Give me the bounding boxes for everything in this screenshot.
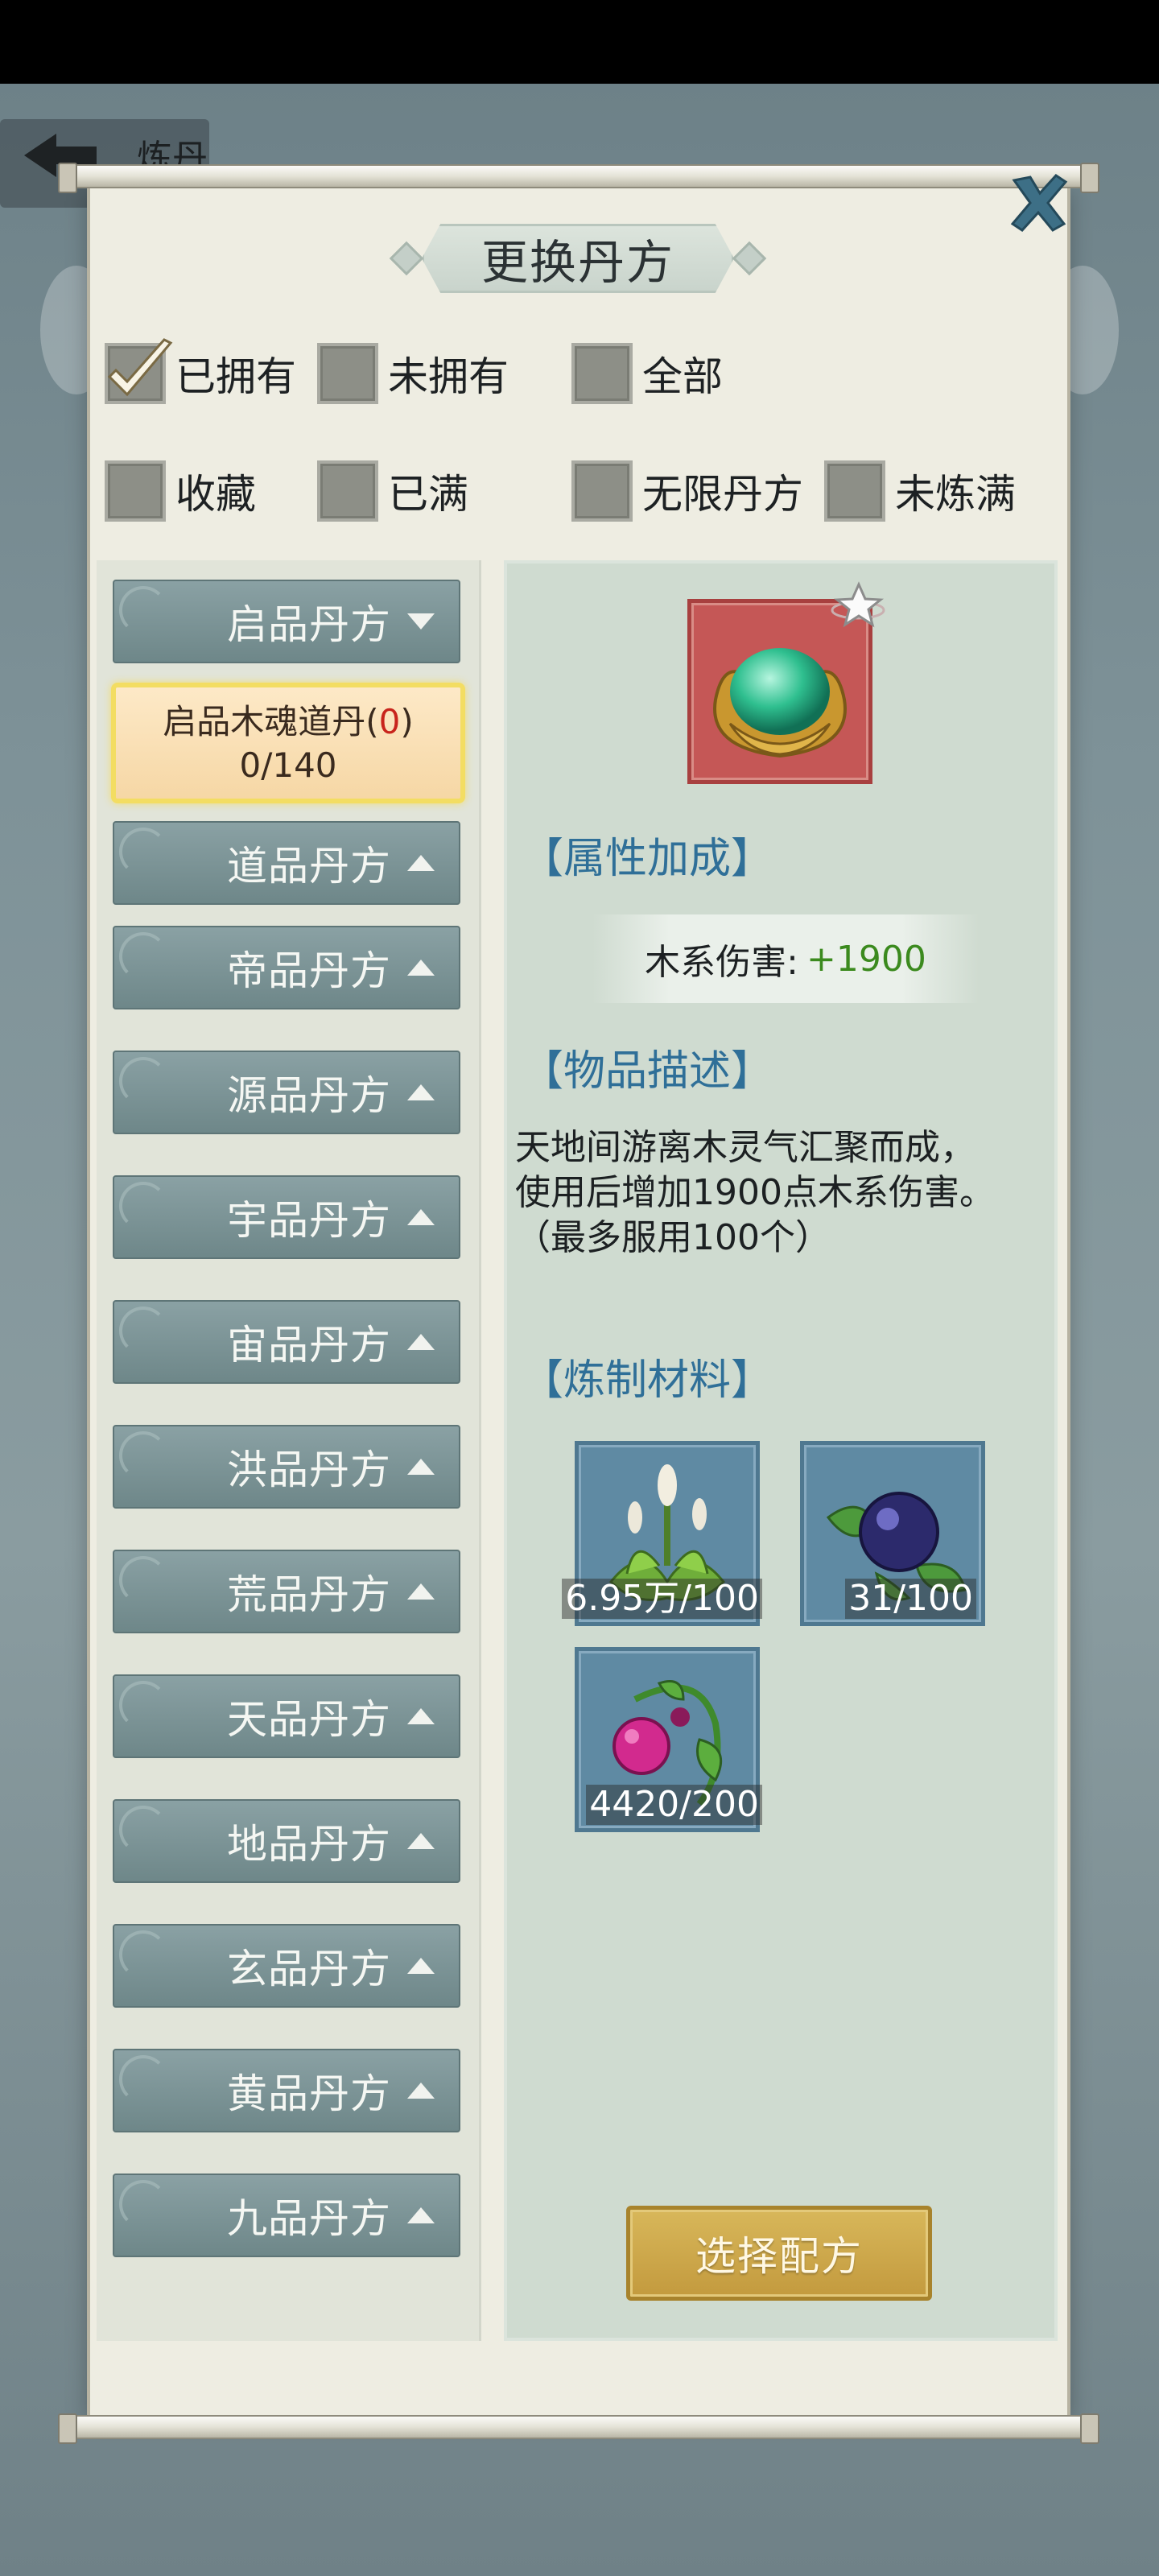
filter-not-full-checkbox[interactable]	[824, 460, 885, 522]
category-xuan[interactable]: 玄品丹方	[113, 1924, 460, 2008]
chevron-up-icon	[407, 2083, 435, 2099]
material-quantity: 6.95万/100	[562, 1579, 762, 1619]
category-label: 黄品丹方	[227, 2070, 391, 2117]
materials-section-title: 【炼制材料】	[522, 1356, 773, 1405]
chevron-up-icon	[407, 1084, 435, 1100]
recipe-progress: 0/140	[239, 745, 337, 785]
category-zhou[interactable]: 宙品丹方	[113, 1300, 460, 1384]
category-label: 宙品丹方	[227, 1322, 391, 1368]
filter-owned[interactable]: 已拥有	[105, 338, 296, 406]
favorite-star-icon[interactable]	[831, 578, 887, 634]
category-label: 洪品丹方	[227, 1447, 391, 1493]
category-yu[interactable]: 宇品丹方	[113, 1175, 460, 1259]
category-label: 启品丹方	[227, 601, 391, 648]
category-label: 宇品丹方	[227, 1197, 391, 1244]
scroll-rod-top	[58, 163, 1099, 193]
item-description: 天地间游离木灵气汇聚而成， 使用后增加1900点木系伤害。 （最多服用100个）	[515, 1125, 1046, 1261]
filter-owned-label: 已拥有	[175, 353, 296, 400]
filter-all-label: 全部	[642, 353, 723, 400]
filter-owned-checkbox[interactable]	[105, 338, 173, 404]
material-quantity: 4420/200	[586, 1785, 762, 1825]
filter-full[interactable]: 已满	[317, 459, 468, 523]
dialog-title: 更换丹方	[481, 235, 674, 290]
chevron-up-icon	[407, 1459, 435, 1475]
desc-line: 使用后增加1900点木系伤害。	[515, 1172, 995, 1213]
category-jiu[interactable]: 九品丹方	[113, 2174, 460, 2257]
category-huang-yellow[interactable]: 黄品丹方	[113, 2049, 460, 2132]
chevron-up-icon	[407, 2207, 435, 2223]
category-label: 荒品丹方	[227, 1571, 391, 1618]
material-quantity: 31/100	[845, 1579, 976, 1619]
chevron-up-icon	[407, 1334, 435, 1350]
chevron-down-icon	[407, 613, 435, 630]
chevron-up-icon	[407, 960, 435, 976]
recipe-count: 0	[378, 702, 401, 741]
category-di[interactable]: 帝品丹方	[113, 926, 460, 1009]
filter-not-full-label: 未炼满	[895, 471, 1016, 518]
select-recipe-label: 选择配方	[695, 2233, 863, 2280]
close-icon	[1010, 174, 1068, 232]
recipe-item-selected[interactable]: 启品木魂道丹(0) 0/140	[111, 683, 465, 803]
material-slot[interactable]: 31/100	[800, 1441, 985, 1626]
filter-not-owned-label: 未拥有	[388, 353, 509, 400]
category-label: 玄品丹方	[227, 1946, 391, 1992]
filter-full-checkbox[interactable]	[317, 460, 378, 522]
filter-unlimited-checkbox[interactable]	[571, 460, 633, 522]
filter-full-label: 已满	[388, 471, 468, 518]
chevron-up-icon	[407, 1209, 435, 1225]
filter-not-owned-checkbox[interactable]	[317, 343, 378, 404]
checkmark-icon	[107, 338, 173, 397]
filter-all[interactable]: 全部	[571, 341, 723, 406]
filter-unlimited[interactable]: 无限丹方	[571, 459, 803, 523]
select-recipe-button[interactable]: 选择配方	[626, 2206, 932, 2301]
desc-line: （最多服用100个）	[515, 1217, 831, 1258]
attr-row: 木系伤害: +1900	[592, 914, 979, 1003]
filter-not-owned[interactable]: 未拥有	[317, 341, 509, 406]
category-tian[interactable]: 天品丹方	[113, 1674, 460, 1758]
category-di-earth[interactable]: 地品丹方	[113, 1799, 460, 1883]
close-button[interactable]	[1004, 169, 1072, 237]
desc-section-title: 【物品描述】	[522, 1047, 773, 1096]
category-label: 九品丹方	[227, 2195, 391, 2242]
filter-unlimited-label: 无限丹方	[642, 471, 803, 518]
filter-favorite[interactable]: 收藏	[105, 459, 256, 523]
chevron-up-icon	[407, 1958, 435, 1974]
chevron-up-icon	[407, 855, 435, 871]
scroll-rod-bottom	[58, 2413, 1099, 2444]
attr-section-title: 【属性加成】	[522, 835, 773, 883]
dialog-title-banner: 更换丹方	[389, 216, 767, 301]
filter-favorite-checkbox[interactable]	[105, 460, 166, 522]
category-hong[interactable]: 洪品丹方	[113, 1425, 460, 1509]
chevron-up-icon	[407, 1833, 435, 1849]
material-slot[interactable]: 4420/200	[575, 1647, 762, 1832]
category-dao[interactable]: 道品丹方	[113, 821, 460, 905]
status-bar	[0, 0, 1159, 84]
filter-all-checkbox[interactable]	[571, 343, 633, 404]
category-label: 源品丹方	[227, 1072, 391, 1119]
category-label: 地品丹方	[227, 1821, 391, 1868]
recipe-name: 启品木魂道丹(0)	[163, 702, 414, 741]
category-label: 道品丹方	[227, 843, 391, 890]
chevron-up-icon	[407, 1708, 435, 1724]
attr-value: +1900	[806, 938, 926, 980]
category-qi[interactable]: 启品丹方	[113, 580, 460, 663]
category-yuan[interactable]: 源品丹方	[113, 1051, 460, 1134]
material-slot[interactable]: 6.95万/100	[562, 1441, 762, 1626]
attr-name: 木系伤害:	[645, 942, 798, 983]
chevron-up-icon	[407, 1583, 435, 1600]
filter-favorite-label: 收藏	[175, 471, 256, 518]
category-label: 天品丹方	[227, 1696, 391, 1743]
category-label: 帝品丹方	[227, 947, 391, 994]
category-huang-wild[interactable]: 荒品丹方	[113, 1550, 460, 1633]
filter-not-full[interactable]: 未炼满	[824, 459, 1016, 523]
desc-line: 天地间游离木灵气汇聚而成，	[515, 1127, 975, 1168]
